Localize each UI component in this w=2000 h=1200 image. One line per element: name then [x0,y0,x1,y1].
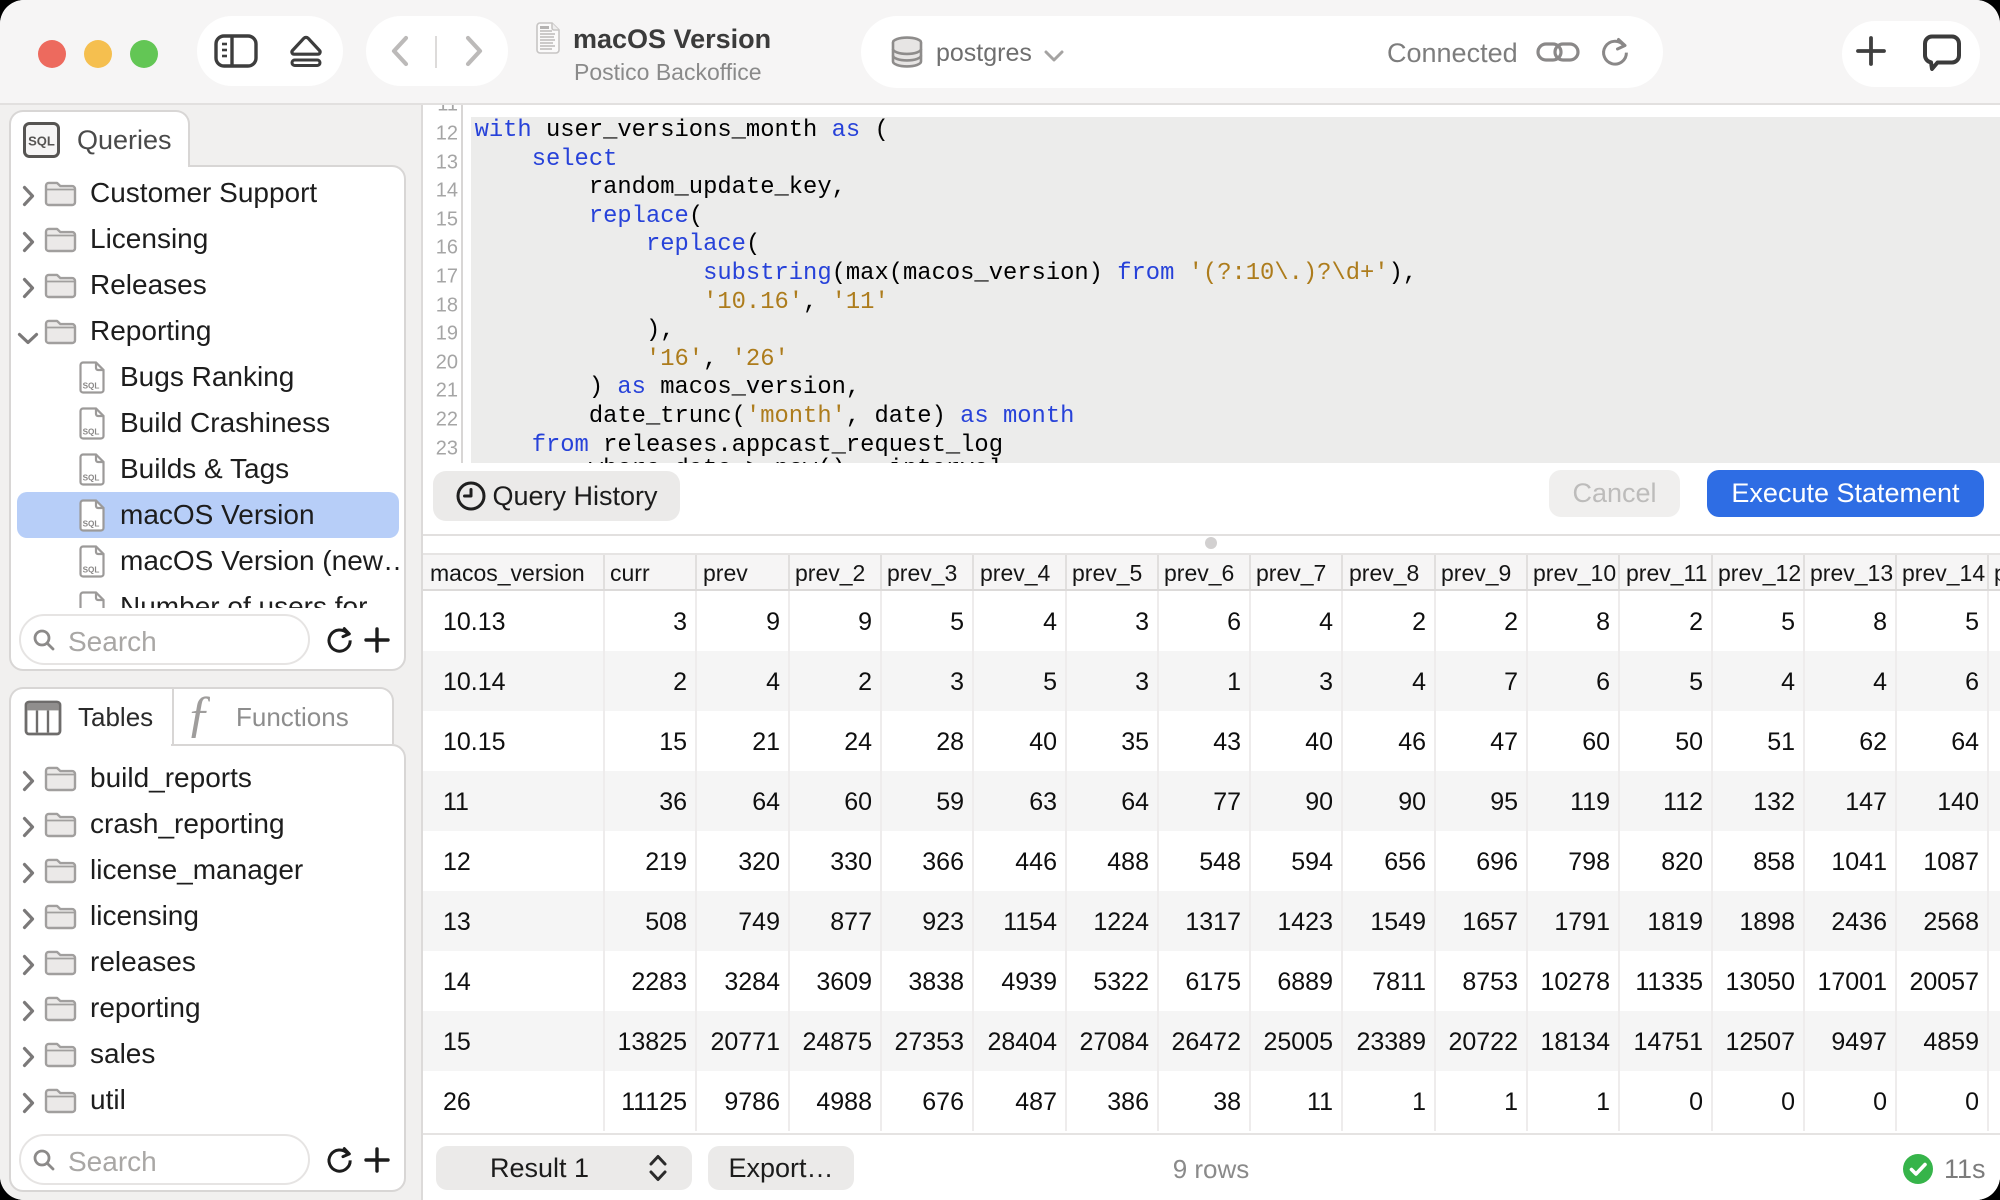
svg-text:SQL: SQL [83,474,100,483]
svg-text:SQL: SQL [28,134,55,149]
svg-text:SQL: SQL [83,566,100,575]
svg-text:SQL: SQL [83,428,100,437]
svg-text:SQL: SQL [83,382,100,391]
svg-text:SQL: SQL [83,520,100,529]
